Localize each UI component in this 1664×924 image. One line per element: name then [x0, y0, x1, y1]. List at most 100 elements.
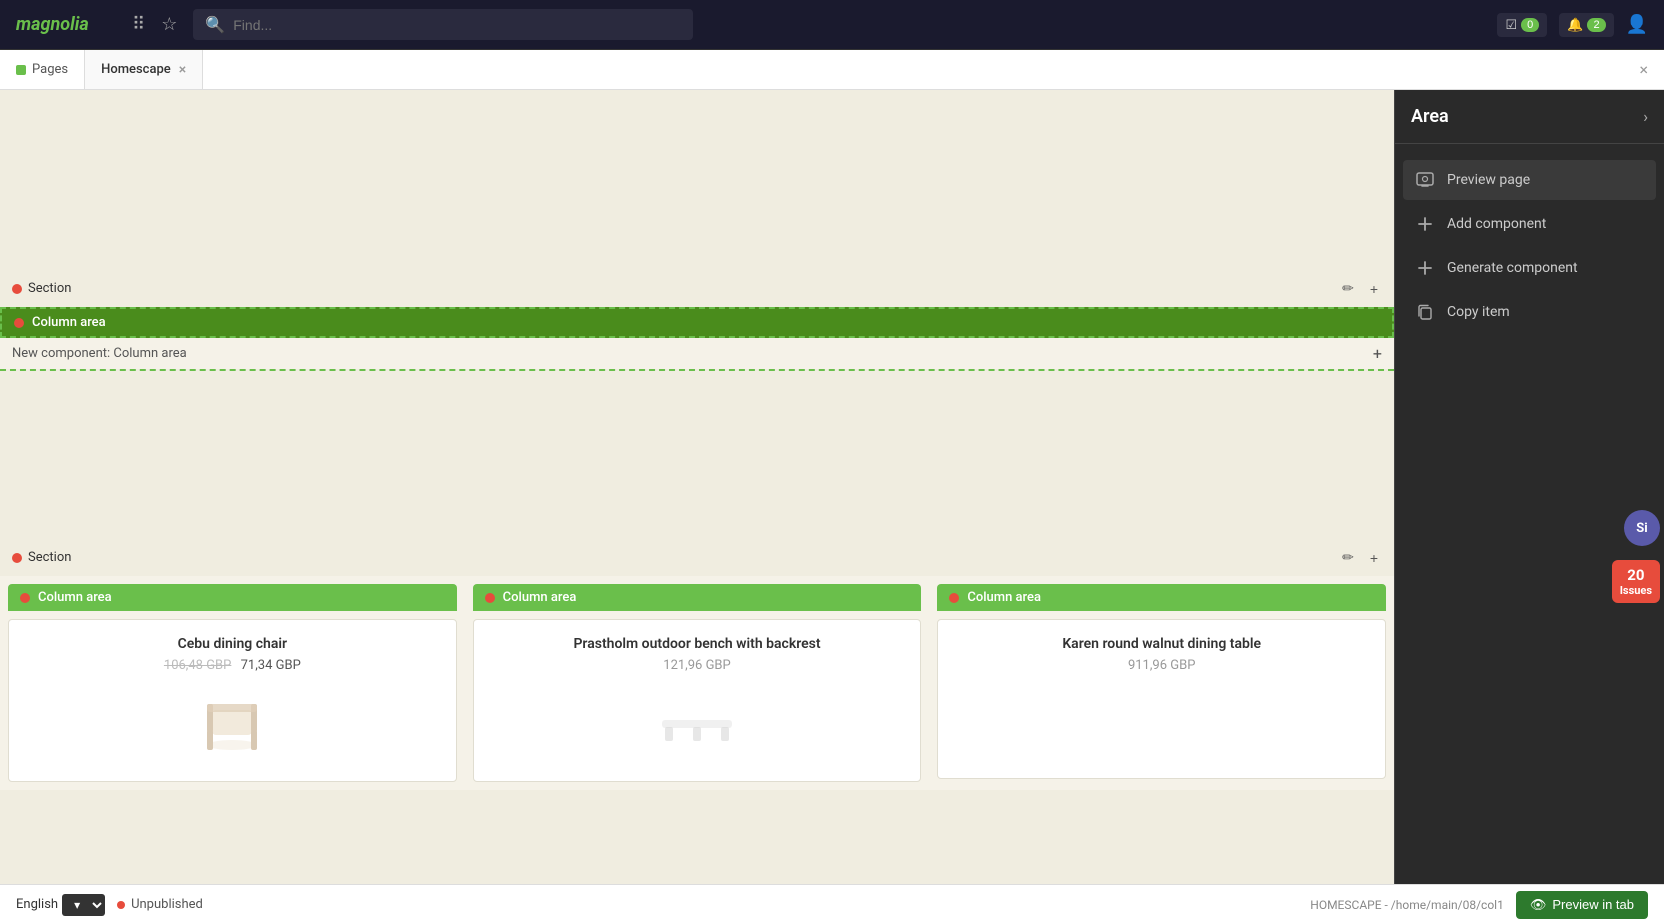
unpublished-label: Unpublished: [131, 897, 203, 912]
main-layout: Section ✏ + Column area New component: C…: [0, 90, 1664, 924]
section1-actions: ✏ +: [1338, 278, 1382, 299]
pages-dot: [16, 65, 26, 75]
product-col-3: Column area Karen round walnut dining ta…: [929, 576, 1394, 790]
right-panel: Area › Preview page: [1394, 90, 1664, 924]
section2-label: Section: [28, 550, 71, 565]
panel-action-generate-component[interactable]: Generate component: [1403, 248, 1656, 288]
product2-price: 121,96 GBP: [663, 658, 730, 673]
section2-label-row: Section ✏ +: [0, 539, 1394, 576]
section1-add-button[interactable]: +: [1366, 278, 1382, 299]
navbar: magnolia ⠿ ☆ 🔍 ☑ 0 🔔 2 👤: [0, 0, 1664, 50]
section1-dot: [12, 284, 22, 294]
product2-title: Prastholm outdoor bench with backrest: [573, 636, 820, 652]
close-tab-icon[interactable]: ×: [179, 63, 186, 77]
product3-price: 911,96 GBP: [1128, 658, 1195, 673]
generate-component-icon: [1415, 258, 1435, 278]
preview-btn-label: Preview in tab: [1552, 897, 1634, 912]
product1-col-dot: [20, 593, 30, 603]
section2-wrapper: Section ✏ + Column area Cebu dining chai…: [0, 539, 1394, 790]
search-bar[interactable]: 🔍: [193, 9, 693, 40]
tasks-badge: 0: [1521, 18, 1539, 32]
add-component-label: Add component: [1447, 216, 1546, 232]
product3-col-dot: [949, 593, 959, 603]
product-card-1: Cebu dining chair 106,48 GBP 71,34 GBP: [8, 619, 457, 782]
unpublished-dot: [117, 901, 125, 909]
tab-pages-label: Pages: [32, 62, 68, 77]
grid-icon[interactable]: ⠿: [132, 14, 145, 35]
copy-item-label: Copy item: [1447, 304, 1510, 320]
tab-pages[interactable]: Pages: [0, 50, 85, 89]
product-col-1: Column area Cebu dining chair 106,48 GBP…: [0, 576, 465, 790]
product2-col-dot: [485, 593, 495, 603]
section1-bottom-spacer: [0, 379, 1394, 539]
issues-label: Issues: [1620, 584, 1652, 597]
section1-wrapper: Section ✏ + Column area New component: C…: [0, 90, 1394, 539]
product1-price: 106,48 GBP 71,34 GBP: [164, 658, 301, 673]
column-area-dot: [14, 318, 24, 328]
product3-title: Karen round walnut dining table: [1062, 636, 1261, 652]
add-component-icon: [1415, 214, 1435, 234]
logo: magnolia: [16, 14, 116, 35]
product-col-2: Column area Prastholm outdoor bench with…: [465, 576, 930, 790]
products-row: Column area Cebu dining chair 106,48 GBP…: [0, 576, 1394, 790]
product1-image: [192, 685, 272, 765]
bottom-bar: English ▾ Unpublished HOMESCAPE - /home/…: [0, 884, 1664, 924]
column-area-label: Column area: [32, 315, 106, 330]
new-component-text: New component: Column area: [12, 346, 187, 361]
panel-title: Area: [1411, 106, 1449, 127]
column-area-bar-selected[interactable]: Column area: [0, 307, 1394, 338]
new-component-row: New component: Column area +: [0, 338, 1394, 369]
bell-icon: 🔔: [1567, 17, 1583, 33]
section1-edit-button[interactable]: ✏: [1338, 278, 1358, 299]
product1-col-bar[interactable]: Column area: [8, 584, 457, 611]
section2-dot: [12, 553, 22, 563]
section2-add-button[interactable]: +: [1366, 547, 1382, 568]
product-card-2: Prastholm outdoor bench with backrest 12…: [473, 619, 922, 782]
preview-in-tab-button[interactable]: 👁 Preview in tab: [1516, 891, 1648, 919]
language-label: English: [16, 897, 58, 912]
tasks-icon: ☑: [1505, 17, 1517, 33]
preview-icon: [1415, 170, 1435, 190]
product3-col-bar[interactable]: Column area: [937, 584, 1386, 611]
new-component-plus-icon[interactable]: +: [1373, 344, 1382, 363]
section1-top-spacer: [0, 90, 1394, 270]
close-all-icon[interactable]: ×: [1639, 60, 1664, 79]
tasks-button[interactable]: ☑ 0: [1497, 13, 1547, 37]
product3-price-value: 911,96 GBP: [1128, 658, 1195, 673]
tabbar: Pages Homescape × ×: [0, 50, 1664, 90]
breadcrumb: HOMESCAPE - /home/main/08/col1: [1310, 898, 1504, 912]
search-icon: 🔍: [205, 15, 225, 34]
language-dropdown[interactable]: ▾: [62, 894, 105, 916]
section2-edit-button[interactable]: ✏: [1338, 547, 1358, 568]
user-icon[interactable]: 👤: [1626, 14, 1648, 35]
si-avatar[interactable]: Si: [1624, 510, 1660, 546]
search-input[interactable]: [233, 17, 681, 33]
panel-action-add-component[interactable]: Add component: [1403, 204, 1656, 244]
section1-label: Section: [28, 281, 71, 296]
section1-label-row: Section ✏ +: [0, 270, 1394, 307]
product1-title: Cebu dining chair: [178, 636, 287, 652]
preview-page-label: Preview page: [1447, 172, 1530, 188]
panel-action-preview-page[interactable]: Preview page: [1403, 160, 1656, 200]
preview-eye-icon: 👁: [1530, 897, 1547, 913]
product1-price-new: 71,34 GBP: [241, 658, 301, 673]
copy-icon: [1415, 302, 1435, 322]
tab-homescape[interactable]: Homescape ×: [85, 50, 203, 89]
panel-action-copy-item[interactable]: Copy item: [1403, 292, 1656, 332]
language-selector[interactable]: English ▾: [16, 894, 105, 916]
star-icon[interactable]: ☆: [161, 14, 177, 35]
product2-col-label: Column area: [503, 590, 577, 605]
notifications-button[interactable]: 🔔 2: [1559, 13, 1613, 37]
section2-actions: ✏ +: [1338, 547, 1382, 568]
product2-col-bar[interactable]: Column area: [473, 584, 922, 611]
issues-badge[interactable]: 20 Issues: [1612, 560, 1660, 603]
product2-price-value: 121,96 GBP: [663, 658, 730, 673]
tab-homescape-label: Homescape: [101, 62, 171, 77]
product1-price-old: 106,48 GBP: [164, 658, 231, 673]
product3-col-label: Column area: [967, 590, 1041, 605]
issues-count: 20: [1620, 566, 1652, 584]
panel-chevron-icon[interactable]: ›: [1643, 107, 1648, 126]
generate-component-label: Generate component: [1447, 260, 1578, 276]
unpublished-indicator: Unpublished: [117, 897, 203, 912]
panel-actions: Preview page Add component: [1395, 144, 1664, 348]
